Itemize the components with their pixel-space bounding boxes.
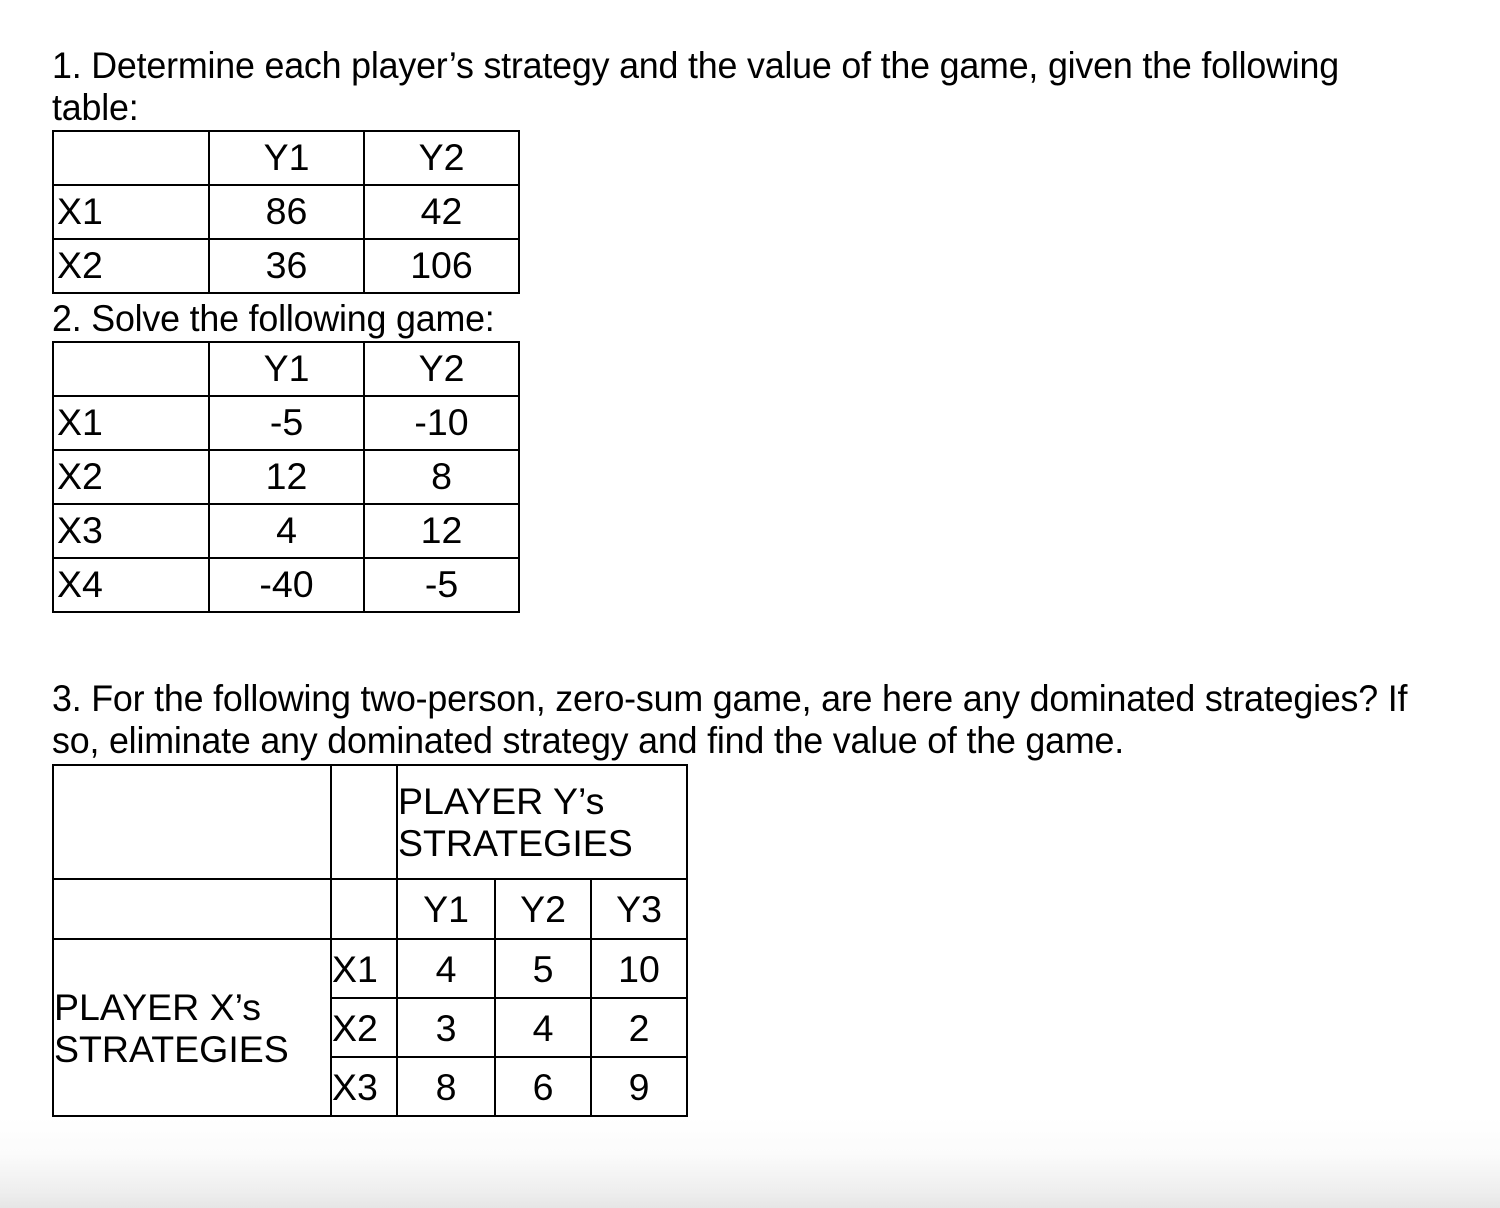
question-1-text: 1. Determine each player’s strategy and … [52, 44, 1349, 128]
cell-x1-y1: -5 [208, 395, 365, 451]
player-y-strategies-line2: STRATEGIES [398, 822, 633, 864]
column-header-y1: Y1 [208, 130, 365, 186]
table-row: X2 12 8 [52, 449, 520, 505]
table-blank-cell-secondary [330, 878, 398, 940]
table-group-header-row: PLAYER Y’s STRATEGIES [52, 764, 688, 880]
column-header-y2: Y2 [363, 130, 520, 186]
column-header-y2: Y2 [363, 341, 520, 397]
cell-x3-y2: 12 [363, 503, 520, 559]
column-header-y1: Y1 [208, 341, 365, 397]
cell-x2-y2: 106 [363, 238, 520, 294]
document-page: 1. Determine each player’s strategy and … [0, 0, 1500, 1208]
table-column-header-row: Y1 Y2 Y3 [52, 878, 688, 940]
cell-x3-y1: 4 [208, 503, 365, 559]
cell-x1-y2: 5 [494, 938, 592, 999]
question-1-table-wrapper: Y1 Y2 X1 86 42 X2 36 106 [52, 130, 1472, 294]
question-2-table-wrapper: Y1 Y2 X1 -5 -10 X2 12 8 X3 4 12 X4 -40 -… [52, 341, 1472, 613]
row-label-x1: X1 [52, 395, 210, 451]
player-x-strategies-header: PLAYER X’s STRATEGIES [52, 938, 332, 1117]
row-label-x3: X3 [52, 503, 210, 559]
table-corner-cell [52, 130, 210, 186]
cell-x1-y1: 86 [208, 184, 365, 240]
row-label-x3: X3 [330, 1056, 398, 1117]
row-label-x1: X1 [330, 938, 398, 999]
question-2-text: 2. Solve the following game: [52, 297, 495, 339]
cell-x4-y2: -5 [363, 557, 520, 613]
cell-x3-y3: 9 [590, 1056, 688, 1117]
cell-x2-y1: 12 [208, 449, 365, 505]
cell-x1-y1: 4 [396, 938, 496, 999]
table-row: X1 86 42 [52, 184, 520, 240]
row-label-x1: X1 [52, 184, 210, 240]
cell-x3-y2: 6 [494, 1056, 592, 1117]
table-corner-cell [52, 764, 332, 880]
cell-x2-y1: 3 [396, 997, 496, 1058]
question-1-table: Y1 Y2 X1 86 42 X2 36 106 [52, 130, 520, 294]
player-y-strategies-line1: PLAYER Y’s [398, 780, 605, 822]
table-header-row: Y1 Y2 [52, 341, 520, 397]
player-x-strategies-line1: PLAYER X’s [54, 985, 262, 1028]
cell-x4-y1: -40 [208, 557, 365, 613]
row-label-x2: X2 [52, 238, 210, 294]
row-label-x2: X2 [52, 449, 210, 505]
cell-x1-y2: -10 [363, 395, 520, 451]
table-row: X3 4 12 [52, 503, 520, 559]
question-3-text: 3. For the following two-person, zero-su… [52, 677, 1418, 761]
cell-x2-y3: 2 [590, 997, 688, 1058]
column-header-y3: Y3 [590, 878, 688, 940]
cell-x1-y2: 42 [363, 184, 520, 240]
column-header-y1: Y1 [396, 878, 496, 940]
row-label-x4: X4 [52, 557, 210, 613]
table-corner-cell [52, 341, 210, 397]
table-header-row: Y1 Y2 [52, 130, 520, 186]
cell-x2-y1: 36 [208, 238, 365, 294]
table-corner-cell-secondary [330, 764, 398, 880]
player-y-strategies-header: PLAYER Y’s STRATEGIES [396, 764, 688, 880]
question-3-table: PLAYER Y’s STRATEGIES Y1 Y2 Y3 PLAYER X’… [52, 764, 688, 1117]
cell-x3-y1: 8 [396, 1056, 496, 1117]
page-bottom-shading [0, 1118, 1500, 1208]
table-row: X2 36 106 [52, 238, 520, 294]
table-blank-cell [52, 878, 332, 940]
cell-x2-y2: 8 [363, 449, 520, 505]
row-label-x2: X2 [330, 997, 398, 1058]
cell-x1-y3: 10 [590, 938, 688, 999]
cell-x2-y2: 4 [494, 997, 592, 1058]
question-2-table: Y1 Y2 X1 -5 -10 X2 12 8 X3 4 12 X4 -40 -… [52, 341, 520, 613]
document-content: 1. Determine each player’s strategy and … [52, 44, 1472, 1117]
column-header-y2: Y2 [494, 878, 592, 940]
table-row: X4 -40 -5 [52, 557, 520, 613]
table-row: PLAYER X’s STRATEGIES X1 4 5 10 [52, 938, 688, 1117]
table-row: X1 -5 -10 [52, 395, 520, 451]
player-x-strategies-line2: STRATEGIES [54, 1027, 289, 1070]
